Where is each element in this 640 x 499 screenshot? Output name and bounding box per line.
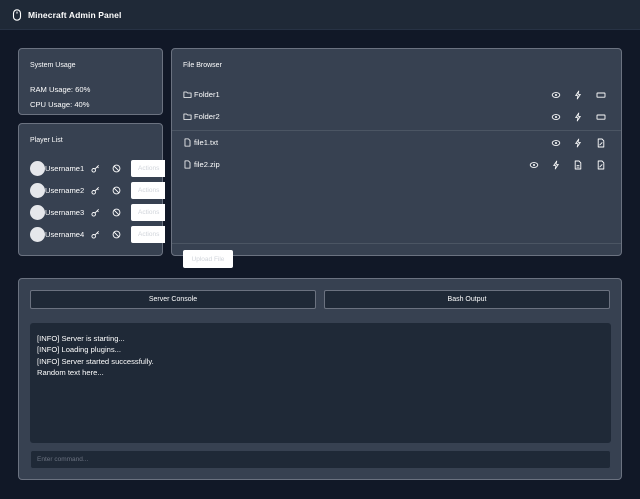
player-actions-button[interactable]: Actions [131,226,165,243]
ram-usage: RAM Usage: 60% [30,85,91,94]
player-name: Username4 [45,230,85,239]
console-output: [INFO] Server is starting... [INFO] Load… [30,323,611,443]
file-icon [184,160,191,169]
divider [172,130,621,131]
mouse-icon [12,8,22,21]
rename-icon[interactable] [596,90,606,100]
file-icon [184,138,191,147]
player-actions-button[interactable]: Actions [131,204,165,221]
folder-icon [183,91,192,98]
folder-row[interactable]: Folder2 [172,107,621,127]
view-icon[interactable] [551,90,561,100]
file-name: file1.txt [194,138,219,147]
rename-icon[interactable] [596,112,606,122]
app-header: Minecraft Admin Panel [0,0,640,30]
ban-icon[interactable] [112,230,121,239]
cpu-usage: CPU Usage: 40% [30,100,90,109]
player-actions-button[interactable]: Actions [131,182,165,199]
avatar [30,205,45,220]
tab-bash-output[interactable]: Bash Output [324,290,610,309]
player-actions-button[interactable]: Actions [131,160,165,177]
upload-file-button[interactable]: Upload File [183,250,233,268]
file-browser-panel: File Browser Folder1 Folder2 file1.txt f… [171,48,622,256]
avatar [30,161,45,176]
view-icon[interactable] [551,112,561,122]
ban-icon[interactable] [112,164,121,173]
key-icon[interactable] [91,186,100,195]
player-row: Username3 Actions [30,204,165,221]
zap-icon[interactable] [573,112,583,122]
key-icon[interactable] [91,208,100,217]
console-line: [INFO] Server started successfully. [37,356,154,366]
key-icon[interactable] [91,164,100,173]
file-row[interactable]: file1.txt [172,133,621,153]
player-name: Username3 [45,208,85,217]
console-panel: Server Console Bash Output [INFO] Server… [18,278,622,480]
player-row: Username4 Actions [30,226,165,243]
divider [172,243,621,244]
zap-icon[interactable] [551,160,561,170]
tab-server-console[interactable]: Server Console [30,290,316,309]
app-title: Minecraft Admin Panel [28,9,122,20]
player-name: Username1 [45,164,85,173]
file-name: Folder1 [194,90,220,99]
folder-row[interactable]: Folder1 [172,85,621,105]
system-usage-panel: System Usage RAM Usage: 60% CPU Usage: 4… [18,48,163,115]
console-line: Random text here... [37,368,104,378]
player-name: Username2 [45,186,85,195]
console-line: [INFO] Loading plugins... [37,345,121,355]
key-icon[interactable] [91,230,100,239]
zap-icon[interactable] [573,90,583,100]
view-icon[interactable] [529,160,539,170]
system-usage-title: System Usage [30,62,76,69]
file-row[interactable]: file2.zip [172,155,621,175]
edit-file-icon[interactable] [596,160,606,170]
ban-icon[interactable] [112,186,121,195]
avatar [30,227,45,242]
file-name: Folder2 [194,112,220,121]
player-row: Username2 Actions [30,182,165,199]
folder-icon [183,113,192,120]
view-icon[interactable] [551,138,561,148]
avatar [30,183,45,198]
file-name: file2.zip [194,160,220,169]
console-line: [INFO] Server is starting... [37,334,125,343]
file-icon[interactable] [573,160,583,170]
ban-icon[interactable] [112,208,121,217]
file-browser-title: File Browser [183,62,222,69]
player-row: Username1 Actions [30,160,165,177]
edit-file-icon[interactable] [596,138,606,148]
player-list-panel: Player List Username1 Actions Username2 … [18,123,165,256]
zap-icon[interactable] [573,138,583,148]
command-input[interactable] [30,450,611,469]
player-list-title: Player List [30,137,63,144]
